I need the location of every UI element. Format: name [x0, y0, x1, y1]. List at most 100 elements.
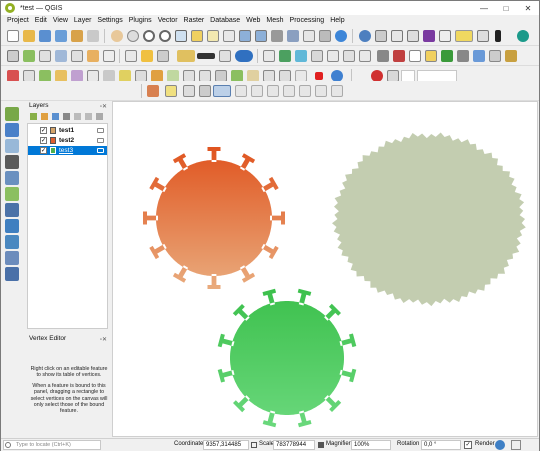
layer-visibility-checkbox[interactable]: ✓ [40, 137, 47, 144]
close-button[interactable]: ✕ [517, 1, 539, 15]
more-tools-icon[interactable] [495, 30, 501, 42]
vertex-tool-icon[interactable] [197, 53, 215, 59]
remove-layer-icon[interactable] [96, 113, 103, 120]
zoom-selection-icon[interactable] [191, 30, 203, 42]
add-xyz-icon[interactable] [5, 267, 19, 281]
menu-project[interactable]: Project [4, 17, 32, 24]
collapse-all-icon[interactable] [85, 113, 92, 120]
new-spatialite-icon[interactable] [55, 50, 67, 62]
menu-settings[interactable]: Settings [94, 17, 125, 24]
add-wfs-icon[interactable] [5, 235, 19, 249]
zoom-next-icon[interactable] [255, 30, 267, 42]
svg-annotation-icon[interactable] [425, 50, 437, 62]
layer-row-test3[interactable]: ✓ test3 [28, 146, 107, 155]
statistics-icon[interactable] [407, 30, 419, 42]
move-label-icon[interactable] [327, 50, 339, 62]
open-project-icon[interactable] [23, 30, 35, 42]
data-source-manager-icon[interactable] [7, 50, 19, 62]
menu-mesh[interactable]: Mesh [263, 17, 286, 24]
show-hide-labels-icon[interactable] [311, 50, 323, 62]
new-bookmark-icon[interactable] [303, 30, 315, 42]
polygon-test1[interactable] [332, 132, 526, 307]
new-memory-layer-icon[interactable] [71, 50, 83, 62]
new-shapefile-icon[interactable] [39, 50, 51, 62]
layer-row-test1[interactable]: ✓ test1 [28, 126, 107, 135]
redo-edit-icon[interactable] [331, 85, 343, 97]
map-canvas[interactable] [112, 101, 538, 437]
render-checkbox[interactable]: ✓ [464, 441, 472, 449]
crs-icon[interactable] [495, 440, 505, 450]
layout-manager-icon[interactable] [87, 30, 99, 42]
shape-digitize-icon[interactable] [183, 85, 195, 97]
polygon-test2[interactable] [143, 147, 285, 289]
magnifier-field[interactable]: 100% [351, 440, 391, 450]
new-map-view-icon[interactable] [271, 30, 283, 42]
add-postgis-icon[interactable] [5, 219, 19, 233]
html-annotation-icon[interactable] [409, 50, 421, 62]
pan-icon[interactable] [111, 30, 123, 42]
plugin-d-icon[interactable] [505, 50, 517, 62]
rotation-field[interactable]: 0,0 ° [421, 440, 461, 450]
pencil-icon[interactable] [147, 85, 159, 97]
temporary-layer-icon[interactable] [103, 50, 115, 62]
save-edits-icon[interactable] [157, 50, 169, 62]
filter-legend-icon[interactable] [63, 113, 70, 120]
undo-edit-icon[interactable] [315, 85, 327, 97]
panel-close-icon[interactable]: ▫✕ [100, 336, 107, 343]
add-group-icon[interactable] [41, 113, 48, 120]
manage-themes-icon[interactable] [52, 113, 59, 120]
rotate-label-icon[interactable] [343, 50, 355, 62]
copy-features-icon[interactable] [251, 85, 263, 97]
add-wms-icon[interactable] [5, 203, 19, 217]
zoom-native-icon[interactable] [223, 30, 235, 42]
layer-visibility-checkbox[interactable]: ✓ [40, 127, 47, 134]
new-virtual-layer-icon[interactable] [87, 50, 99, 62]
toggle-editing-icon[interactable] [141, 50, 153, 62]
attribute-table-icon[interactable] [375, 30, 387, 42]
menu-vector[interactable]: Vector [155, 17, 181, 24]
digitize-icon[interactable] [165, 85, 177, 97]
label-toolbar-icon[interactable] [263, 50, 275, 62]
new-geopackage-icon[interactable] [23, 50, 35, 62]
scale-field[interactable]: 783778944 [273, 440, 315, 450]
form-annotation-icon[interactable] [393, 50, 405, 62]
panel-close-icon[interactable]: ▫✕ [100, 103, 107, 110]
vertex-editor-icon[interactable] [199, 85, 211, 97]
add-vector-layer-icon[interactable] [5, 107, 19, 121]
menu-web[interactable]: Web [243, 17, 263, 24]
curve-icon[interactable] [315, 72, 323, 80]
maximize-button[interactable]: □ [495, 1, 517, 15]
locator-search[interactable]: Type to locate (Ctrl+K) [3, 440, 101, 450]
add-wcs-icon[interactable] [5, 251, 19, 265]
current-edits-icon[interactable] [125, 50, 137, 62]
polygon-test3[interactable] [217, 288, 357, 428]
minimize-button[interactable]: — [473, 1, 495, 15]
rotate-point-icon[interactable] [299, 85, 311, 97]
expand-all-icon[interactable] [74, 113, 81, 120]
delete-selected-icon[interactable] [219, 50, 231, 62]
layer-row-test2[interactable]: ✓ test2 [28, 136, 107, 145]
sum-icon[interactable] [423, 30, 435, 42]
paste-features-icon[interactable] [283, 85, 295, 97]
text-annotation-icon[interactable] [377, 50, 389, 62]
select-features-icon[interactable] [213, 85, 231, 97]
plugin-a-icon[interactable] [457, 50, 469, 62]
menu-view[interactable]: View [50, 17, 71, 24]
identify-features-icon[interactable] [359, 30, 371, 42]
plugin-c-icon[interactable] [489, 50, 501, 62]
menu-database[interactable]: Database [207, 17, 243, 24]
print-layout-icon[interactable] [71, 30, 83, 42]
lock-scale-icon[interactable] [318, 442, 324, 448]
undo-icon[interactable] [235, 50, 253, 62]
pan-to-selection-icon[interactable] [127, 30, 139, 42]
python-console-icon[interactable] [441, 50, 453, 62]
open-styling-icon[interactable] [30, 113, 37, 120]
cut-features-icon[interactable] [267, 85, 279, 97]
add-spatialite-icon[interactable] [5, 171, 19, 185]
refresh-icon[interactable] [335, 30, 347, 42]
change-label-icon[interactable] [359, 50, 371, 62]
coordinate-field[interactable]: 9357,314485 [203, 440, 249, 450]
new-project-icon[interactable] [7, 30, 19, 42]
zoom-in-icon[interactable] [143, 30, 155, 42]
extents-icon[interactable] [251, 442, 257, 448]
